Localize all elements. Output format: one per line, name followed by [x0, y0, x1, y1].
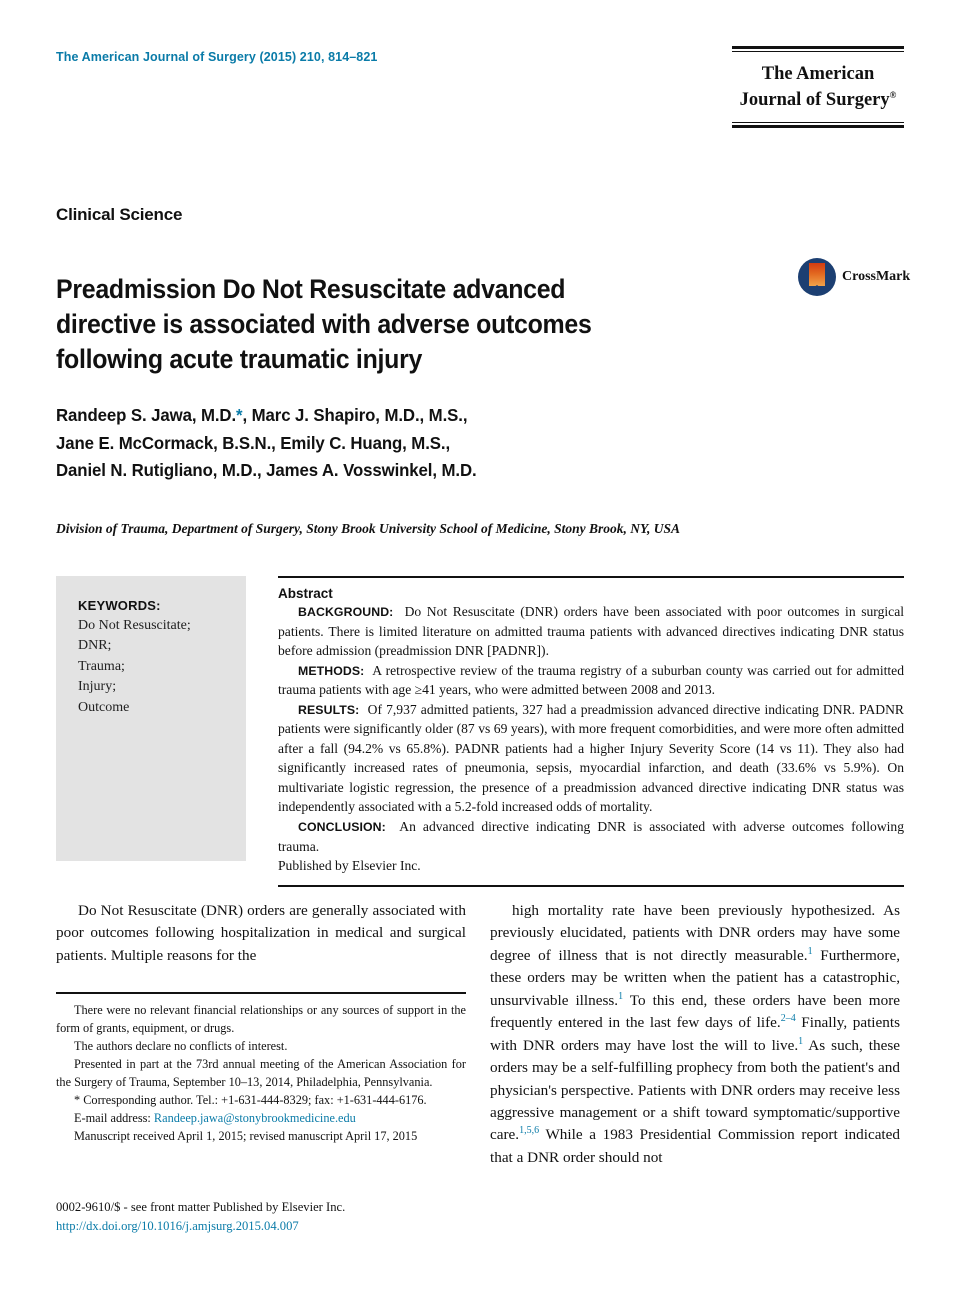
- journal-logo: The American Journal of Surgery®: [732, 46, 904, 129]
- crossmark-bookmark-shape: [809, 263, 825, 286]
- issn-line: 0002-9610/$ - see front matter Published…: [56, 1200, 346, 1214]
- page-title: Preadmission Do Not Resuscitate advanced…: [56, 273, 592, 375]
- abstract-rule-bottom: [278, 884, 904, 887]
- keyword-item: Trauma;: [78, 658, 125, 674]
- logo-line-2-text: Journal of Surgery: [739, 89, 890, 110]
- citation-ref[interactable]: 2–4: [781, 1013, 796, 1024]
- paper-page: The American Journal of Surgery (2015) 2…: [0, 0, 960, 1290]
- keywords-panel: KEYWORDS: Do Not Resuscitate; DNR; Traum…: [56, 576, 246, 861]
- corresponding-marker-icon: *: [74, 1093, 81, 1107]
- abstract-publisher-line: Published by Elsevier Inc.: [278, 858, 421, 874]
- abstract-section-background: BACKGROUND: Do Not Resuscitate (DNR) ord…: [278, 602, 904, 661]
- journal-running-head: The American Journal of Surgery (2015) 2…: [56, 50, 378, 64]
- abstract-tag-methods: METHODS:: [298, 663, 365, 678]
- footnote-corresponding: * Corresponding author. Tel.: +1-631-444…: [56, 1091, 466, 1109]
- author-line-1-rest: , Marc J. Shapiro, M.D., M.S.,: [242, 405, 468, 425]
- body-text-seg: While a 1983 Presidential Commission rep…: [490, 1126, 900, 1166]
- body-column-right: high mortality rate have been previously…: [490, 900, 900, 1169]
- footnote-email: E-mail address: Randeep.jawa@stonybrookm…: [56, 1109, 466, 1127]
- keyword-item: Outcome: [78, 699, 130, 715]
- crossmark-icon: [798, 258, 836, 296]
- email-link[interactable]: Randeep.jawa@stonybrookmedicine.edu: [154, 1111, 356, 1125]
- abstract-text-results: Of 7,937 admitted patients, 327 had a pr…: [278, 701, 904, 815]
- logo-text: The American Journal of Surgery®: [732, 52, 904, 122]
- doi-link[interactable]: http://dx.doi.org/10.1016/j.amjsurg.2015…: [56, 1217, 526, 1236]
- logo-line-1: The American: [761, 64, 875, 84]
- email-label: E-mail address:: [74, 1111, 151, 1125]
- body-paragraph-continued: high mortality rate have been previously…: [490, 900, 900, 1169]
- crossmark-badge-group[interactable]: CrossMark: [798, 258, 910, 298]
- abstract-tag-conclusion: CONCLUSION:: [298, 819, 386, 834]
- abstract-section-results: RESULTS: Of 7,937 admitted patients, 327…: [278, 700, 904, 817]
- footnote-funding: There were no relevant financial relatio…: [56, 1003, 466, 1035]
- author-list: Randeep S. Jawa, M.D.*, Marc J. Shapiro,…: [56, 402, 728, 485]
- abstract-rule-top: [278, 576, 904, 578]
- abstract-section-methods: METHODS: A retrospective review of the t…: [278, 661, 904, 700]
- abstract-column: Abstract BACKGROUND: Do Not Resuscitate …: [278, 576, 904, 887]
- corresponding-text: Corresponding author. Tel.: +1-631-444-8…: [83, 1093, 427, 1107]
- colophon: 0002-9610/$ - see front matter Published…: [56, 1198, 526, 1236]
- footnote-conflicts: The authors declare no conflicts of inte…: [74, 1039, 288, 1053]
- crossmark-label: CrossMark: [842, 269, 911, 284]
- keyword-item: DNR;: [78, 638, 112, 654]
- author-primary: Randeep S. Jawa, M.D.: [56, 405, 237, 425]
- author-line-1: Randeep S. Jawa, M.D.*, Marc J. Shapiro,…: [56, 402, 728, 430]
- author-line-2: Jane E. McCormack, B.S.N., Emily C. Huan…: [56, 432, 451, 453]
- keywords-title: KEYWORDS:: [78, 598, 161, 613]
- footnotes-block: There were no relevant financial relatio…: [56, 992, 466, 1145]
- crossmark-notch-shape: [809, 285, 825, 291]
- abstract-tag-results: RESULTS:: [298, 702, 360, 717]
- keyword-item: Do Not Resuscitate;: [78, 618, 191, 633]
- footnote-manuscript-dates: Manuscript received April 1, 2015; revis…: [74, 1129, 418, 1143]
- citation-ref[interactable]: 1,5,6: [519, 1125, 539, 1136]
- logo-rule-bottom: [732, 122, 904, 129]
- abstract-text-methods: A retrospective review of the trauma reg…: [278, 662, 905, 698]
- abstract-tag-background: BACKGROUND:: [298, 605, 394, 619]
- keyword-item: Injury;: [78, 679, 117, 695]
- footnote-rule: [56, 992, 466, 994]
- author-line-3: Daniel N. Rutigliano, M.D., James A. Vos…: [56, 460, 477, 481]
- abstract-heading: Abstract: [278, 586, 333, 601]
- footnote-presented: Presented in part at the 73rd annual mee…: [56, 1057, 466, 1089]
- section-label: Clinical Science: [56, 205, 183, 224]
- logo-line-2: Journal of Surgery®: [732, 88, 904, 114]
- body-paragraph-intro: Do Not Resuscitate (DNR) orders are gene…: [56, 902, 466, 964]
- abstract-section-conclusion: CONCLUSION: An advanced directive indica…: [278, 817, 904, 856]
- affiliation: Division of Trauma, Department of Surger…: [56, 521, 681, 536]
- masthead: The American Journal of Surgery (2015) 2…: [56, 46, 904, 166]
- body-column-left: Do Not Resuscitate (DNR) orders are gene…: [56, 900, 466, 967]
- registered-mark: ®: [889, 89, 897, 100]
